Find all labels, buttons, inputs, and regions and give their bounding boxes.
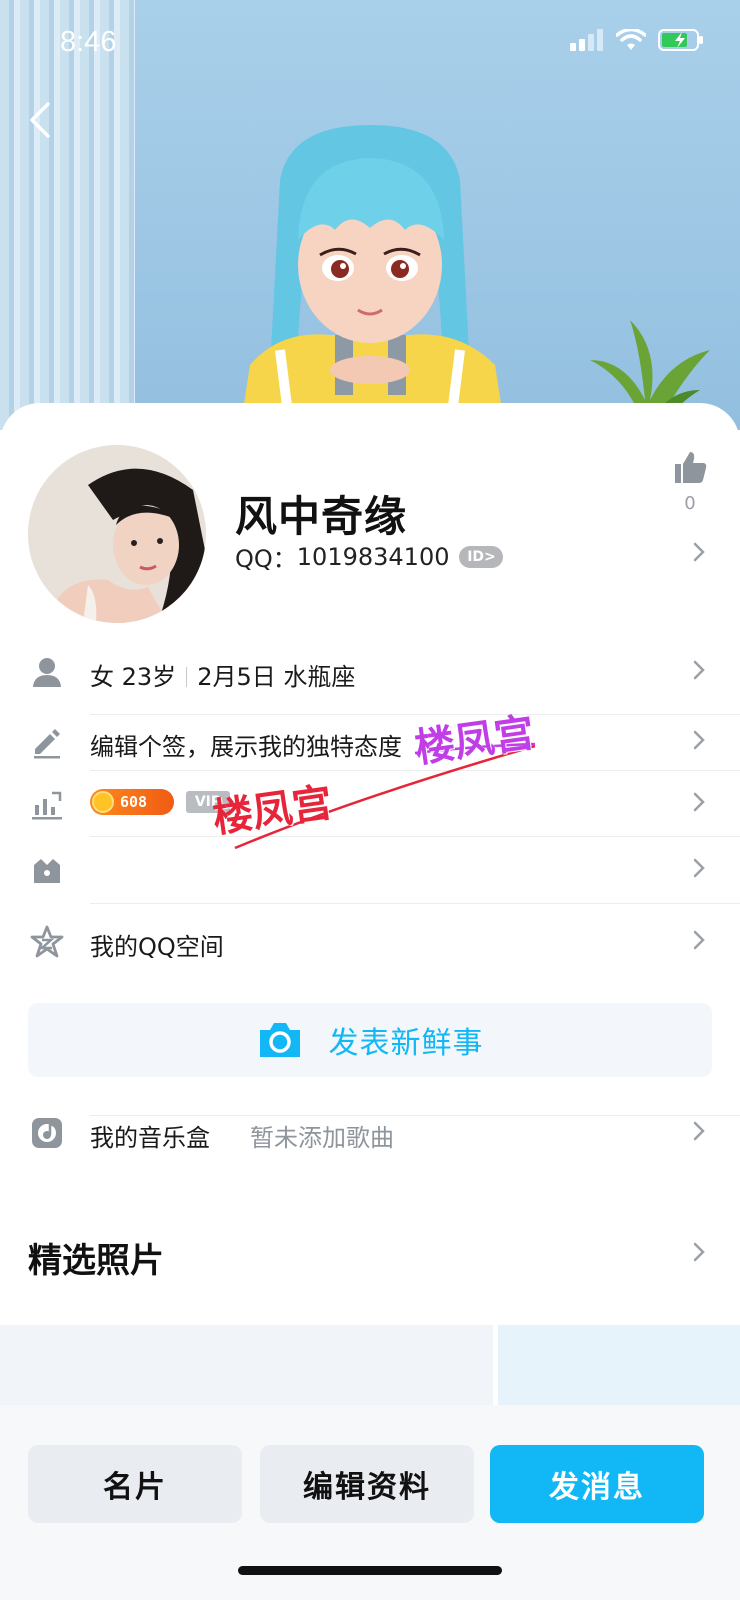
status-bar: 8:46 — [0, 0, 740, 88]
featured-photos-title: 精选照片 — [28, 1241, 164, 1281]
id-badge[interactable]: ID> — [459, 545, 504, 568]
wifi-icon — [616, 29, 646, 50]
avatar-photo — [28, 445, 206, 623]
profile-avatar[interactable] — [28, 445, 206, 623]
send-message-button[interactable]: 发消息 — [490, 1445, 704, 1523]
battery-icon — [658, 29, 703, 51]
edit-profile-button[interactable]: 编辑资料 — [260, 1445, 474, 1523]
music-status: 暂未添加歌曲 — [250, 1124, 394, 1152]
music-box-icon — [32, 1118, 62, 1148]
featured-photos-chevron-icon[interactable] — [692, 1241, 706, 1263]
signal-icon — [570, 29, 603, 51]
chevron-right-icon — [693, 792, 705, 812]
post-new-button[interactable]: 发表新鲜事 — [28, 1003, 712, 1077]
cover-avatar-illustration — [240, 125, 505, 430]
qzone-row[interactable]: 我的QQ空间 — [0, 909, 740, 975]
gender: 女 — [90, 663, 114, 691]
divider — [90, 903, 740, 904]
status-icons — [570, 28, 704, 52]
post-new-label: 发表新鲜事 — [328, 1026, 484, 1061]
camera-icon — [259, 1023, 300, 1057]
chevron-right-icon — [693, 1121, 705, 1141]
person-icon — [33, 658, 61, 687]
back-chevron-icon[interactable] — [26, 100, 56, 140]
level-row[interactable]: 608 VIP — [0, 771, 740, 837]
coin-value: 608 — [120, 793, 148, 811]
qzone-text: 我的QQ空间 — [90, 933, 224, 961]
pencil-icon — [34, 729, 60, 759]
qzone-star-icon — [30, 925, 64, 958]
like-count: 0 — [684, 493, 696, 514]
profile-detail-chevron-icon[interactable] — [692, 541, 706, 563]
signature-text: 编辑个签，展示我的独特态度 — [90, 733, 402, 761]
chevron-right-icon — [693, 858, 705, 878]
signature-row[interactable]: 编辑个签，展示我的独特态度 — [0, 709, 740, 775]
music-row[interactable]: 我的音乐盒 暂未添加歌曲 — [0, 1100, 740, 1166]
zodiac: 水瓶座 — [283, 663, 356, 691]
chevron-right-icon — [693, 930, 705, 950]
separator — [186, 667, 188, 687]
level-chart-icon — [32, 791, 62, 820]
profile-name: 风中奇缘 — [235, 492, 408, 541]
qq-label: QQ： — [235, 545, 297, 573]
card-button[interactable]: 名片 — [28, 1445, 242, 1523]
music-label: 我的音乐盒 — [90, 1124, 210, 1152]
badges-row[interactable] — [0, 837, 740, 903]
chevron-right-icon — [693, 730, 705, 750]
like-button[interactable]: 0 — [670, 449, 710, 514]
coin-icon — [92, 791, 114, 813]
status-time: 8:46 — [60, 26, 117, 58]
age: 23岁 — [121, 663, 177, 691]
profile-cover[interactable]: 8:46 — [0, 0, 740, 430]
basic-info-row[interactable]: 女 23岁 2月5日 水瓶座 — [0, 639, 740, 705]
birthday: 2月5日 — [197, 663, 276, 691]
qq-number-row[interactable]: QQ： 1019834100 ID> — [235, 539, 504, 574]
coin-badge: 608 — [90, 789, 174, 815]
qq-number: 1019834100 — [296, 542, 450, 571]
thumbs-up-icon — [675, 452, 707, 483]
home-indicator[interactable] — [238, 1566, 502, 1575]
chevron-right-icon — [693, 660, 705, 680]
top-nav — [0, 96, 740, 146]
crown-box-icon — [34, 859, 60, 883]
basic-info-text: 女 23岁 2月5日 水瓶座 — [90, 657, 355, 692]
